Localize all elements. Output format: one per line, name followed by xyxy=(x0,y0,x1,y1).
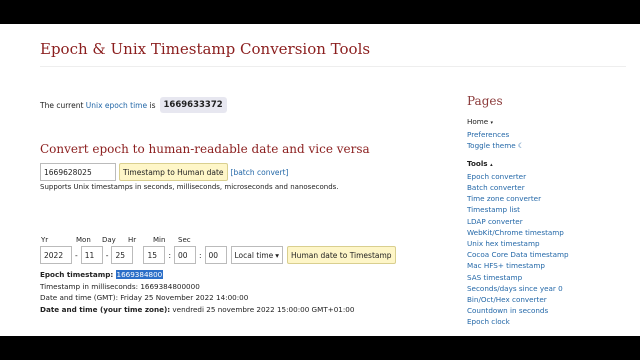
current-epoch-badge: 1669633372 xyxy=(159,97,227,113)
sidebar-tool-item[interactable]: Timestamp list xyxy=(467,204,627,215)
timezone-select[interactable]: Local time ▾ xyxy=(230,246,284,264)
epoch-result-label: Epoch timestamp: xyxy=(40,270,114,279)
year-input[interactable]: 2022 xyxy=(40,246,72,264)
human-date-row: 2022 - 11 - 25 15 : 00 : 00 Local time ▾… xyxy=(40,246,396,264)
sidebar-title: Pages xyxy=(467,94,503,108)
epoch-result-value[interactable]: 1669384800 xyxy=(115,270,164,279)
label-min: Min xyxy=(153,236,166,244)
sidebar-tool-item[interactable]: Epoch clock xyxy=(467,316,627,327)
converter-heading: Convert epoch to human-readable date and… xyxy=(40,142,370,156)
moon-icon: ☾ xyxy=(517,141,525,151)
timezone-value: Local time xyxy=(234,250,274,260)
gmt-result-line: Date and time (GMT): Friday 25 November … xyxy=(40,293,249,302)
tz-result-value: vendredi 25 novembre 2022 15:00:00 GMT+0… xyxy=(172,304,355,314)
epoch-input-row: 1669628025 Timestamp to Human date [batc… xyxy=(40,163,288,181)
batch-convert-link[interactable]: [batch convert] xyxy=(231,168,289,177)
current-suffix: is xyxy=(149,100,156,110)
dash-separator: - xyxy=(105,250,109,260)
label-sec: Sec xyxy=(178,236,191,244)
label-yr: Yr xyxy=(41,236,49,244)
chevron-up-icon: ▴ xyxy=(490,161,493,168)
sidebar-tool-item[interactable]: Cocoa Core Data timestamp xyxy=(467,249,627,260)
conversion-results: Epoch timestamp: 1669384800 Timestamp in… xyxy=(40,269,354,315)
day-input[interactable]: 25 xyxy=(111,246,134,264)
sidebar-tool-item[interactable]: Countdown in seconds xyxy=(467,305,627,316)
header-divider xyxy=(40,66,626,67)
label-mon: Mon xyxy=(76,236,91,244)
sidebar-tool-item[interactable]: LDAP converter xyxy=(467,216,627,227)
chevron-down-icon: ▾ xyxy=(275,250,280,260)
chevron-down-icon: ▾ xyxy=(490,120,494,126)
sidebar-tool-item[interactable]: Mac HFS+ timestamp xyxy=(467,260,627,271)
sidebar-tool-item[interactable]: SAS timestamp xyxy=(467,272,627,283)
second-input[interactable]: 00 xyxy=(204,246,227,264)
human-to-timestamp-button[interactable]: Human date to Timestamp xyxy=(287,246,396,264)
supported-formats-note: Supports Unix timestamps in seconds, mil… xyxy=(40,183,339,191)
timestamp-to-human-button[interactable]: Timestamp to Human date xyxy=(119,163,228,181)
hour-input[interactable]: 15 xyxy=(143,246,166,264)
epoch-result-line: Epoch timestamp: 1669384800 xyxy=(40,269,354,281)
unix-epoch-time-link[interactable]: Unix epoch time xyxy=(86,101,147,110)
current-epoch-line: The current Unix epoch time is 166963337… xyxy=(40,97,227,113)
sidebar-tool-item[interactable]: WebKit/Chrome timestamp xyxy=(467,227,627,238)
tz-result-label: Date and time (your time zone): xyxy=(40,304,171,314)
sidebar-tool-item[interactable]: Seconds/days since year 0 xyxy=(467,283,627,294)
sidebar-item-preferences[interactable]: Preferences xyxy=(467,129,627,140)
sidebar-tool-item[interactable]: Unix hex timestamp xyxy=(467,238,627,249)
current-prefix: The current xyxy=(40,100,84,110)
minute-input[interactable]: 00 xyxy=(173,246,196,264)
ms-result-line: Timestamp in milliseconds: 1669384800000 xyxy=(40,281,200,291)
sidebar-tool-item[interactable]: Epoch converter xyxy=(467,171,627,182)
sidebar-tool-item[interactable]: Time zone converter xyxy=(467,193,627,204)
sidebar-item-home[interactable]: Home ▾ xyxy=(467,116,627,129)
site-title[interactable]: Epoch & Unix Timestamp Conversion Tools xyxy=(40,40,370,58)
sidebar: Pages Home ▾ Preferences Toggle theme ☾ … xyxy=(467,94,627,328)
dash-separator: - xyxy=(75,250,78,260)
epoch-input[interactable]: 1669628025 xyxy=(40,163,116,181)
colon-separator: : xyxy=(198,250,202,260)
label-day: Day xyxy=(102,236,116,244)
sidebar-tools-header[interactable]: Tools ▴ xyxy=(467,158,627,171)
sidebar-tool-item[interactable]: Bin/Oct/Hex converter xyxy=(467,294,627,305)
sidebar-item-toggle-theme[interactable]: Toggle theme ☾ xyxy=(467,140,627,151)
sidebar-tool-item[interactable]: Batch converter xyxy=(467,182,627,193)
tz-result-line: Date and time (your time zone): vendredi… xyxy=(40,304,354,316)
colon-separator: : xyxy=(168,250,171,260)
month-input[interactable]: 11 xyxy=(80,246,103,264)
tools-list: Epoch converter Batch converter Time zone … xyxy=(467,171,627,328)
page: Epoch & Unix Timestamp Conversion Tools … xyxy=(0,24,640,336)
label-hr: Hr xyxy=(128,236,137,244)
